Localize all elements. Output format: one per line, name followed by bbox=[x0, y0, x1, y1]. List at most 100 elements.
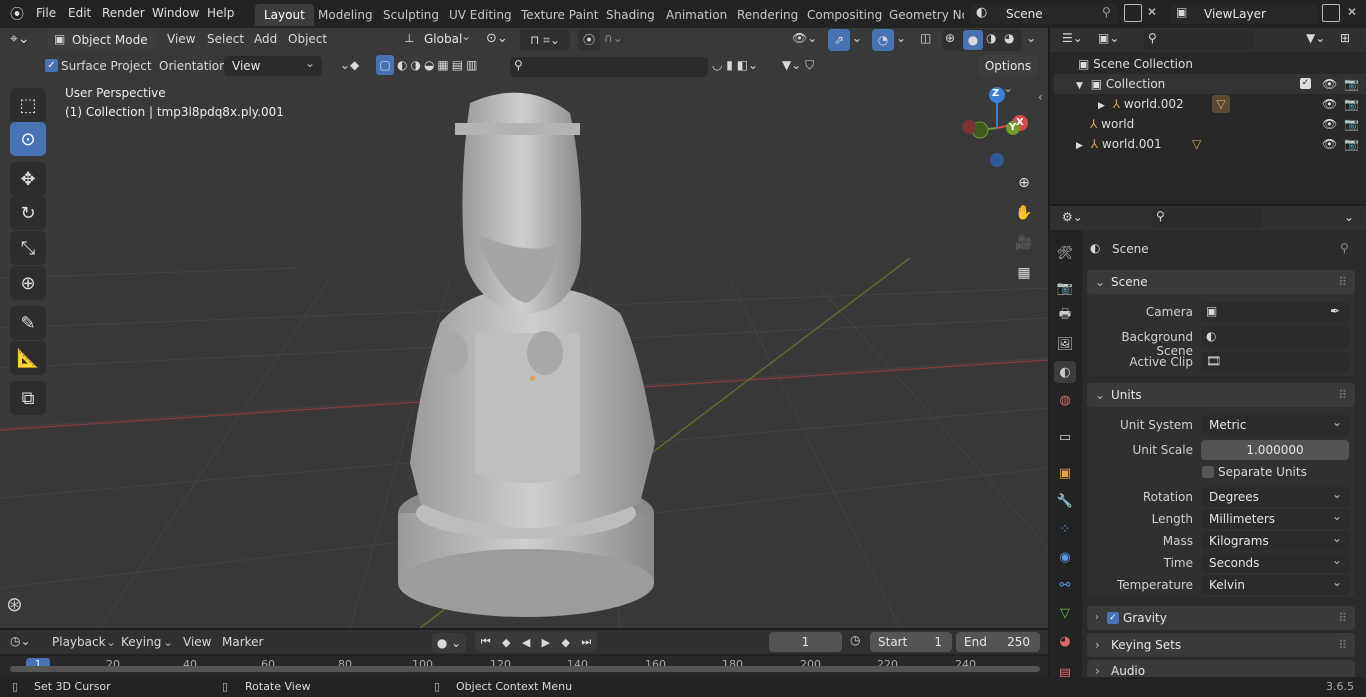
surface-project-checkbox[interactable]: ✓ bbox=[45, 59, 58, 72]
new-viewlayer-icon[interactable] bbox=[1322, 4, 1340, 22]
gizmo-dropdown-icon[interactable]: ⌄ bbox=[852, 31, 862, 45]
tab-sculpting[interactable]: Sculpting bbox=[374, 4, 448, 26]
ortho-grid-icon[interactable]: ▦ bbox=[1011, 260, 1037, 286]
tab-texture-paint[interactable]: Texture Paint bbox=[512, 4, 607, 26]
camera-field[interactable] bbox=[1201, 302, 1349, 322]
preview-range-icon[interactable]: ◷ bbox=[850, 633, 860, 647]
start-frame-field[interactable]: Start 1 bbox=[870, 632, 952, 652]
end-frame-field[interactable]: End 250 bbox=[956, 632, 1040, 652]
unit-system-dropdown[interactable]: Metric bbox=[1201, 412, 1349, 435]
menu-add[interactable]: Add bbox=[254, 32, 277, 46]
expand-icon[interactable]: ▼ bbox=[1076, 81, 1083, 91]
menu-window[interactable]: Window bbox=[152, 6, 199, 20]
overlay-toggle-icon[interactable]: ◔ bbox=[872, 29, 894, 51]
cursor-rotation-icon[interactable]: ⌄◆ bbox=[340, 58, 359, 72]
active-clip-field[interactable] bbox=[1201, 352, 1349, 372]
keying-sets-panel-header[interactable]: › Keying Sets ⠿ bbox=[1087, 633, 1355, 657]
rendered-shading-icon[interactable]: ◕ bbox=[1004, 31, 1014, 45]
world-tab-icon[interactable]: ◍ bbox=[1054, 389, 1076, 411]
gizmo-toggle-icon[interactable]: ⇗ bbox=[828, 29, 850, 51]
render-camera-icon[interactable]: 📷 bbox=[1344, 134, 1359, 154]
material-shading-icon[interactable]: ◑ bbox=[986, 31, 996, 45]
bust-model[interactable] bbox=[380, 83, 680, 628]
new-collection-icon[interactable]: ⊞ bbox=[1340, 31, 1350, 45]
collection-tab-icon[interactable]: ▭ bbox=[1054, 426, 1076, 448]
outliner-search-input[interactable] bbox=[1144, 30, 1254, 50]
next-keyframe-icon[interactable]: ◆ bbox=[562, 636, 570, 649]
display-mode-icon[interactable]: ▣⌄ bbox=[1098, 31, 1119, 45]
scene-panel-header[interactable]: ⌄ Scene ⠿ bbox=[1087, 270, 1355, 294]
drag-handle-icon[interactable]: ⠿ bbox=[1338, 270, 1347, 294]
tab-animation[interactable]: Animation bbox=[657, 4, 736, 26]
scale-tool[interactable]: ⤡ bbox=[10, 231, 46, 265]
mass-dropdown[interactable]: Kilograms bbox=[1201, 528, 1349, 551]
new-scene-icon[interactable] bbox=[1124, 4, 1142, 22]
prev-keyframe-icon[interactable]: ◆ bbox=[502, 636, 510, 649]
properties-options-icon[interactable]: ⌄ bbox=[1344, 210, 1354, 224]
select-box-tool[interactable]: ⬚ bbox=[10, 88, 46, 122]
rotation-dropdown[interactable]: Degrees bbox=[1201, 484, 1349, 507]
expand-icon[interactable]: ▶ bbox=[1076, 141, 1083, 151]
jump-end-icon[interactable]: ⏭ bbox=[581, 635, 591, 649]
drag-handle-icon[interactable]: ⠿ bbox=[1338, 383, 1347, 407]
menu-render[interactable]: Render bbox=[102, 6, 145, 20]
drag-handle-icon[interactable]: ⠿ bbox=[1338, 606, 1347, 630]
length-dropdown[interactable]: Millimeters bbox=[1201, 506, 1349, 529]
menu-view[interactable]: View bbox=[167, 32, 195, 46]
tab-geometry-nodes[interactable]: Geometry Noc bbox=[880, 4, 964, 26]
menu-select[interactable]: Select bbox=[207, 32, 244, 46]
outliner-row-world-002[interactable]: ▶ ⅄ world.002 ▽ 👁 📷 bbox=[1054, 94, 1366, 114]
menu-keying[interactable]: Keying bbox=[121, 635, 161, 649]
snap-icon[interactable]: ⊓ ⌗⌄ bbox=[520, 29, 570, 51]
background-scene-field[interactable] bbox=[1201, 327, 1349, 347]
expand-icon[interactable]: ▶ bbox=[1098, 101, 1105, 111]
constraints-tab-icon[interactable]: ⚯ bbox=[1054, 574, 1076, 596]
menu-object[interactable]: Object bbox=[288, 32, 327, 46]
gravity-panel-header[interactable]: › ✓ Gravity ⠿ bbox=[1087, 606, 1355, 630]
data-tab-icon[interactable]: ▽ bbox=[1054, 602, 1076, 624]
pin-icon[interactable]: ⚲ bbox=[1102, 5, 1111, 19]
temperature-dropdown[interactable]: Kelvin bbox=[1201, 572, 1349, 595]
outliner-row-world[interactable]: ⅄ world 👁 📷 bbox=[1054, 114, 1366, 134]
editor-type-icon[interactable]: ⌖⌄ bbox=[10, 31, 30, 47]
snap-target-icons[interactable]: ◡ ▮ ◧⌄ bbox=[712, 58, 758, 72]
play-icon[interactable]: ▶ bbox=[542, 636, 550, 649]
tab-uv-editing[interactable]: UV Editing bbox=[440, 4, 521, 26]
xray-icon[interactable]: ◫ bbox=[920, 31, 931, 45]
eye-icon[interactable]: 👁 bbox=[1322, 134, 1337, 154]
render-tab-icon[interactable]: 📷 bbox=[1054, 277, 1076, 299]
add-cube-tool[interactable]: ⧉ bbox=[10, 381, 46, 415]
zoom-icon[interactable]: ⊕ bbox=[1011, 170, 1037, 196]
shading-dropdown-icon[interactable]: ⌄ bbox=[1026, 31, 1036, 45]
render-camera-icon[interactable]: 📷 bbox=[1344, 114, 1359, 134]
current-frame-field[interactable]: 1 bbox=[769, 632, 842, 652]
menu-marker[interactable]: Marker bbox=[222, 635, 263, 649]
mesh-data-icon[interactable]: ▽ bbox=[1212, 95, 1230, 113]
wireframe-shading-icon[interactable]: ⊕ bbox=[945, 31, 955, 45]
falloff-icon[interactable]: ∩⌄ bbox=[604, 31, 623, 45]
tab-rendering[interactable]: Rendering bbox=[728, 4, 807, 26]
scene-tab-icon[interactable]: ◐ bbox=[1054, 361, 1076, 383]
view-layer-tab-icon[interactable]: 🖼 bbox=[1054, 333, 1076, 355]
menu-help[interactable]: Help bbox=[207, 6, 234, 20]
pivot-icon[interactable]: ⊙⌄ bbox=[486, 31, 508, 46]
material-tab-icon[interactable]: ◕ bbox=[1054, 630, 1076, 652]
gravity-checkbox[interactable]: ✓ bbox=[1107, 612, 1119, 624]
outliner-filter-icon[interactable]: ▼⌄ bbox=[1306, 31, 1325, 45]
remove-scene-icon[interactable]: ✕ bbox=[1147, 5, 1157, 19]
particles-tab-icon[interactable]: ⁘ bbox=[1054, 518, 1076, 540]
3d-viewport[interactable]: ⬚ ⊙ ✥ ↻ ⤡ ⊕ ✎ 📐 ⧉ ⊛ User Perspective (1)… bbox=[0, 28, 1048, 628]
measure-tool[interactable]: 📐 bbox=[10, 341, 46, 375]
eye-icon[interactable]: 👁 bbox=[1322, 74, 1337, 94]
separate-units-checkbox[interactable] bbox=[1202, 466, 1214, 478]
pan-hand-icon[interactable]: ✋ bbox=[1011, 200, 1037, 226]
remove-viewlayer-icon[interactable]: ✕ bbox=[1347, 5, 1357, 19]
drag-handle-icon[interactable]: ⠿ bbox=[1338, 633, 1347, 657]
time-dropdown[interactable]: Seconds bbox=[1201, 550, 1349, 573]
jump-start-icon[interactable]: ⏮ bbox=[481, 635, 491, 649]
object-tab-icon[interactable]: ▣ bbox=[1054, 462, 1076, 484]
eye-icon[interactable]: 👁 bbox=[1322, 94, 1337, 114]
filter-icon[interactable]: ▼⌄ ⛉ bbox=[782, 58, 814, 73]
viewlayer-selector[interactable]: ViewLayer bbox=[1170, 4, 1318, 24]
timeline-scrollbar[interactable] bbox=[10, 666, 1040, 672]
